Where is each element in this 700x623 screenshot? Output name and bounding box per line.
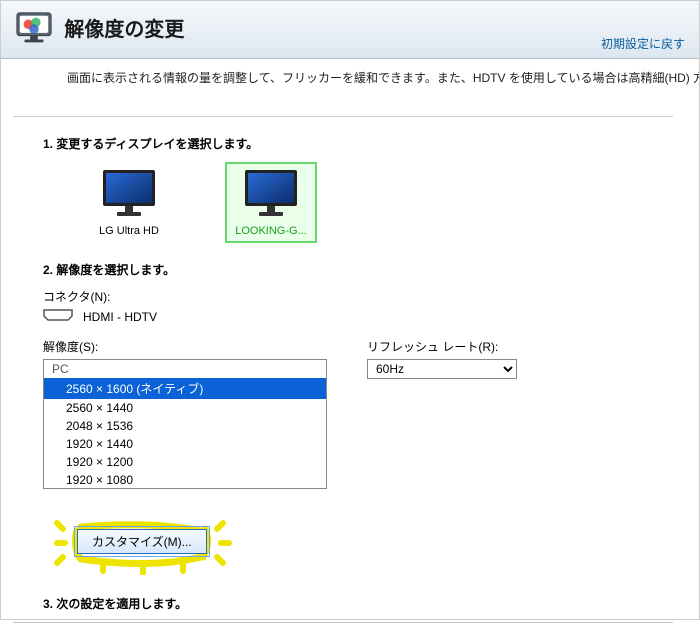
hdmi-icon [43,309,73,324]
section-2-title: 2. 解像度を選択します。 [43,261,673,278]
page-header: 解像度の変更 初期設定に戻す [1,1,699,59]
connector-row: HDMI - HDTV [43,309,673,324]
monitor-icon [241,168,301,220]
resolution-option[interactable]: 1920 × 1080 [44,471,326,489]
page-title: 解像度の変更 [64,13,184,42]
resolution-option[interactable]: 2560 × 1440 [44,399,326,417]
resolution-group-header: PC [44,360,326,378]
resolution-option[interactable]: 2560 × 1600 (ネイティブ) [44,378,326,399]
resolution-option[interactable]: 1920 × 1200 [44,453,326,471]
display-option-1[interactable]: LOOKING-G... [225,162,317,243]
separator [13,116,673,117]
connector-value: HDMI - HDTV [83,310,157,324]
display-label: LG Ultra HD [89,225,169,237]
main-content: 1. 変更するディスプレイを選択します。 LG Ultra HD LOOKING… [1,92,699,623]
monitor-icon [99,168,159,220]
refresh-rate-select[interactable]: 60Hz [367,359,517,379]
resolution-label: 解像度(S): [43,338,327,355]
reset-defaults-link[interactable]: 初期設定に戻す [601,35,685,52]
section-3-title: 3. 次の設定を適用します。 [43,595,673,612]
page-description: 画面に表示される情報の量を調整して、フリッカーを緩和できます。また、HDTV を… [1,59,699,92]
section-1-title: 1. 変更するディスプレイを選択します。 [43,135,673,152]
refresh-rate-label: リフレッシュ レート(R): [367,338,517,355]
resolution-option[interactable]: 1920 × 1440 [44,435,326,453]
display-selector: LG Ultra HD LOOKING-G... [83,162,673,243]
display-settings-icon [15,11,53,43]
connector-label: コネクタ(N): [43,288,673,305]
customize-highlight-area: カスタマイズ(M)... [53,515,243,575]
resolution-option[interactable]: 2048 × 1536 [44,417,326,435]
resolution-listbox[interactable]: PC 2560 × 1600 (ネイティブ) 2560 × 1440 2048 … [43,359,327,489]
display-option-0[interactable]: LG Ultra HD [83,162,175,243]
display-label: LOOKING-G... [231,225,311,237]
customize-button[interactable]: カスタマイズ(M)... [77,529,207,554]
